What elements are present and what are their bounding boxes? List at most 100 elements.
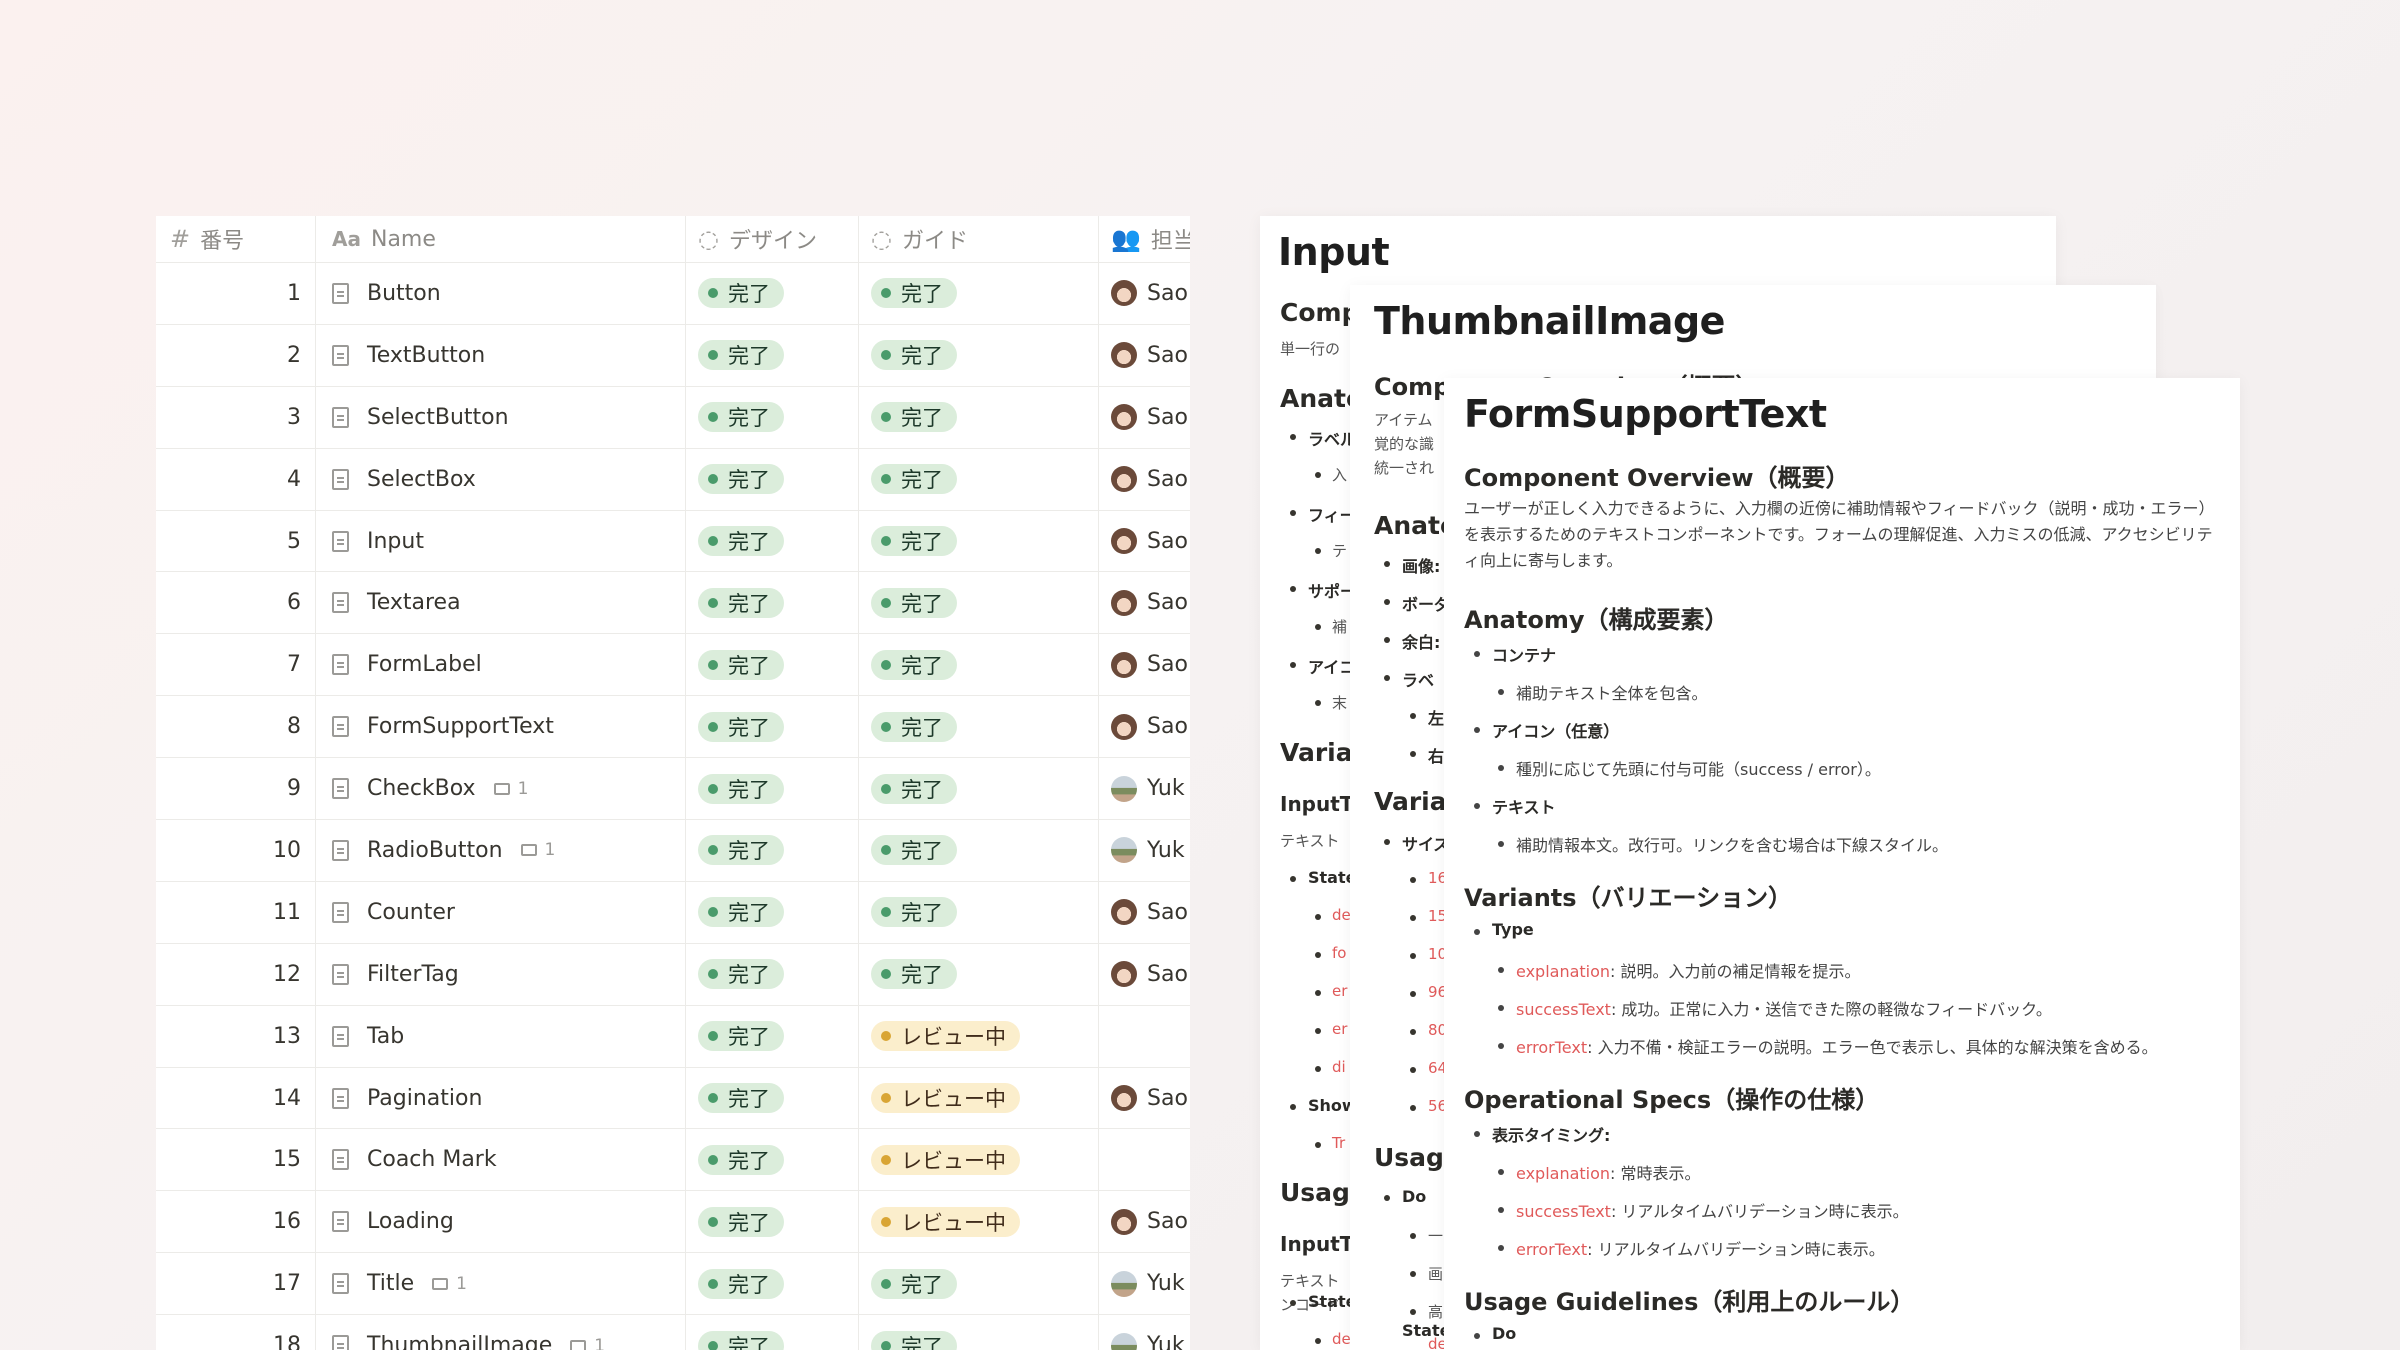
- comment-count[interactable]: 1: [520, 840, 555, 860]
- cell-owner[interactable]: Sao: [1099, 1191, 1190, 1252]
- cell-guide[interactable]: 完了: [859, 1315, 1099, 1350]
- cell-name[interactable]: Loading: [316, 1191, 686, 1253]
- cell-guide[interactable]: 完了: [859, 510, 1099, 572]
- cell-owner[interactable]: Sao: [1099, 387, 1190, 448]
- cell-name[interactable]: FormSupportText: [316, 696, 686, 758]
- cell-name[interactable]: SelectBox: [316, 448, 686, 510]
- table-row[interactable]: 7 FormLabel 完了 完了 Sao: [156, 634, 1190, 697]
- page-name[interactable]: Loading: [367, 1209, 454, 1234]
- cell-design[interactable]: 完了: [686, 324, 859, 386]
- cell-design[interactable]: 完了: [686, 386, 859, 448]
- page-name[interactable]: FormSupportText: [367, 714, 554, 739]
- cell-design[interactable]: 完了: [686, 448, 859, 510]
- page-name[interactable]: Pagination: [367, 1086, 482, 1111]
- cell-name[interactable]: FilterTag: [316, 943, 686, 1005]
- cell-guide[interactable]: 完了: [859, 572, 1099, 634]
- cell-guide[interactable]: 完了: [859, 324, 1099, 386]
- cell-owner[interactable]: Sao: [1099, 1068, 1190, 1129]
- cell-guide[interactable]: 完了: [859, 634, 1099, 696]
- table-row[interactable]: 12 FilterTag 完了 完了 Sao: [156, 943, 1190, 1006]
- column-header-guide[interactable]: ◌ ガイド: [859, 216, 1099, 262]
- cell-owner[interactable]: [1099, 1006, 1190, 1067]
- page-name[interactable]: CheckBox: [367, 776, 476, 801]
- page-name[interactable]: SelectButton: [367, 405, 509, 430]
- cell-guide[interactable]: 完了: [859, 758, 1099, 820]
- column-header-number[interactable]: # 番号: [156, 216, 316, 262]
- cell-name[interactable]: CheckBox 1: [316, 758, 686, 820]
- cell-name[interactable]: Pagination: [316, 1067, 686, 1129]
- table-row[interactable]: 13 Tab 完了 レビュー中: [156, 1005, 1190, 1068]
- cell-name[interactable]: Button: [316, 263, 686, 324]
- cell-design[interactable]: 完了: [686, 263, 859, 324]
- cell-guide[interactable]: レビュー中: [859, 1191, 1099, 1253]
- page-name[interactable]: FormLabel: [367, 652, 482, 677]
- cell-design[interactable]: 完了: [686, 634, 859, 696]
- column-header-design[interactable]: ◌ デザイン: [686, 216, 859, 262]
- cell-design[interactable]: 完了: [686, 1191, 859, 1253]
- cell-owner[interactable]: Sao: [1099, 572, 1190, 633]
- column-header-name[interactable]: Aa Name: [316, 216, 686, 262]
- cell-guide[interactable]: レビュー中: [859, 1067, 1099, 1129]
- cell-guide[interactable]: レビュー中: [859, 1129, 1099, 1191]
- cell-design[interactable]: 完了: [686, 943, 859, 1005]
- cell-owner[interactable]: [1099, 1129, 1190, 1190]
- cell-name[interactable]: Tab: [316, 1005, 686, 1067]
- cell-name[interactable]: SelectButton: [316, 386, 686, 448]
- cell-guide[interactable]: 完了: [859, 820, 1099, 881]
- cell-name[interactable]: Coach Mark: [316, 1129, 686, 1191]
- page-name[interactable]: Input: [367, 529, 424, 554]
- cell-owner[interactable]: Sao: [1099, 882, 1190, 943]
- page-name[interactable]: Counter: [367, 900, 455, 925]
- page-name[interactable]: Button: [367, 281, 441, 306]
- cell-name[interactable]: RadioButton 1: [316, 820, 686, 881]
- table-row[interactable]: 2 TextButton 完了 完了 Sao: [156, 324, 1190, 387]
- table-row[interactable]: 16 Loading 完了 レビュー中 Sao: [156, 1191, 1190, 1254]
- page-name[interactable]: Textarea: [367, 590, 461, 615]
- cell-guide[interactable]: 完了: [859, 943, 1099, 1005]
- table-row[interactable]: 11 Counter 完了 完了 Sao: [156, 881, 1190, 944]
- cell-design[interactable]: 完了: [686, 510, 859, 572]
- cell-owner[interactable]: Sao: [1099, 449, 1190, 510]
- page-name[interactable]: ThumbnailImage: [367, 1333, 552, 1350]
- page-name[interactable]: Coach Mark: [367, 1147, 497, 1172]
- cell-design[interactable]: 完了: [686, 1129, 859, 1191]
- cell-design[interactable]: 完了: [686, 881, 859, 943]
- cell-owner[interactable]: Sao: [1099, 696, 1190, 757]
- table-row[interactable]: 6 Textarea 完了 完了 Sao: [156, 572, 1190, 635]
- table-row[interactable]: 10 RadioButton 1 完了 完了 Yuk: [156, 820, 1190, 882]
- table-row[interactable]: 18 ThumbnailImage 1 完了 完了 Yuk: [156, 1315, 1190, 1350]
- cell-guide[interactable]: 完了: [859, 881, 1099, 943]
- column-header-owner[interactable]: 👥 担当: [1099, 216, 1190, 262]
- cell-owner[interactable]: Sao: [1099, 944, 1190, 1005]
- page-name[interactable]: SelectBox: [367, 467, 476, 492]
- comment-count[interactable]: 1: [493, 779, 528, 799]
- cell-guide[interactable]: 完了: [859, 263, 1099, 324]
- cell-guide[interactable]: 完了: [859, 448, 1099, 510]
- cell-owner[interactable]: Yuk: [1099, 758, 1190, 819]
- cell-owner[interactable]: Yuk: [1099, 1315, 1190, 1350]
- cell-owner[interactable]: Sao: [1099, 263, 1190, 324]
- cell-design[interactable]: 完了: [686, 1067, 859, 1129]
- table-row[interactable]: 8 FormSupportText 完了 完了 Sao: [156, 696, 1190, 759]
- cell-guide[interactable]: 完了: [859, 386, 1099, 448]
- cell-guide[interactable]: 完了: [859, 696, 1099, 758]
- cell-name[interactable]: Textarea: [316, 572, 686, 634]
- cell-owner[interactable]: Sao: [1099, 634, 1190, 695]
- page-name[interactable]: Tab: [367, 1024, 404, 1049]
- cell-name[interactable]: Counter: [316, 881, 686, 943]
- table-row[interactable]: 5 Input 完了 完了 Sao: [156, 510, 1190, 573]
- comment-count[interactable]: 1: [432, 1274, 467, 1294]
- table-row[interactable]: 17 Title 1 完了 完了 Yuk: [156, 1253, 1190, 1316]
- cell-guide[interactable]: レビュー中: [859, 1005, 1099, 1067]
- page-name[interactable]: TextButton: [367, 343, 485, 368]
- cell-design[interactable]: 完了: [686, 1253, 859, 1315]
- page-name[interactable]: FilterTag: [367, 962, 459, 987]
- cell-guide[interactable]: 完了: [859, 1253, 1099, 1315]
- cell-owner[interactable]: Yuk: [1099, 820, 1190, 881]
- page-name[interactable]: RadioButton: [367, 838, 503, 863]
- table-row[interactable]: 9 CheckBox 1 完了 完了 Yuk: [156, 758, 1190, 821]
- cell-owner[interactable]: Sao: [1099, 511, 1190, 572]
- cell-name[interactable]: TextButton: [316, 324, 686, 386]
- cell-design[interactable]: 完了: [686, 1315, 859, 1350]
- page-name[interactable]: Title: [367, 1271, 414, 1296]
